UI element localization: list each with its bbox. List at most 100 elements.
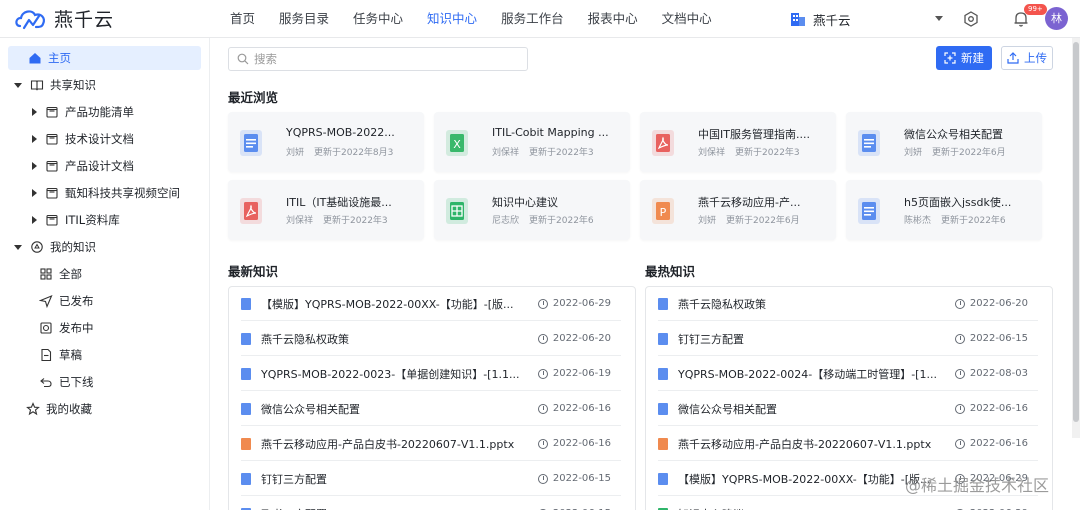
list-item[interactable]: 飞书三方配置2022-06-15 xyxy=(241,497,621,510)
nav-service-catalog[interactable]: 服务目录 xyxy=(267,0,341,38)
sidebar-item-label: 发布中 xyxy=(59,321,94,335)
send-icon xyxy=(39,294,53,308)
recent-card-updated: 更新于2022年3 xyxy=(323,216,388,226)
list-item[interactable]: 燕千云移动应用-产品白皮书-20220607-V1.1.pptx 2022-06-… xyxy=(241,427,621,461)
list-item[interactable]: 燕千云移动应用-产品白皮书-20220607-V1.1.pptx 2022-06-… xyxy=(658,427,1038,461)
sidebar: 主页 共享知识 产品功能清单 技术设计文档 产品设计文档 甄知科技共享视频空间 … xyxy=(0,38,210,510)
nav-service-workbench[interactable]: 服务工作台 xyxy=(489,0,576,38)
sidebar-item-label: 已发布 xyxy=(59,294,94,308)
recent-card-updated: 更新于2022年6 xyxy=(941,216,1006,226)
sidebar-item-tech-design[interactable]: 技术设计文档 xyxy=(8,127,201,151)
recent-card-updated: 更新于2022年3 xyxy=(735,148,800,158)
recent-card-author: 刘妍 xyxy=(904,148,923,158)
list-item[interactable]: 知识中心建议2022-06-29 xyxy=(658,497,1038,510)
nav-task-center[interactable]: 任务中心 xyxy=(341,0,415,38)
recent-card[interactable]: P 燕千云移动应用-产... 刘妍 更新于2022年6月 xyxy=(640,180,836,240)
sidebar-item-publishing[interactable]: 发布中 xyxy=(8,316,201,340)
sidebar-item-product-features[interactable]: 产品功能清单 xyxy=(8,100,201,124)
list-item[interactable]: 燕千云隐私权政策 2022-06-20 xyxy=(658,287,1038,321)
user-avatar[interactable]: 林 xyxy=(1045,7,1068,30)
settings-icon[interactable] xyxy=(963,11,979,27)
ppt-file-icon xyxy=(241,437,251,450)
list-item[interactable]: YQPRS-MOB-2022-0023-【单据创建知识】-[1.1... 2022… xyxy=(241,357,621,391)
list-item[interactable]: 钉钉三方配置 2022-06-15 xyxy=(241,462,621,496)
list-item-date: 2022-06-15 xyxy=(537,473,611,484)
recent-card-author: 尼志欣 xyxy=(492,216,520,226)
recent-card-title: ITIL-Cobit Mapping ... xyxy=(492,126,609,139)
search-input[interactable]: 搜索 xyxy=(228,47,528,71)
recent-card-title: 中国IT服务管理指南.... xyxy=(698,128,810,141)
sidebar-item-offline[interactable]: 已下线 xyxy=(8,370,201,394)
clock-icon xyxy=(954,298,965,309)
upload-button-label: 上传 xyxy=(1024,51,1047,65)
list-item-title: 燕千云隐私权政策 xyxy=(261,332,349,346)
doc-file-icon xyxy=(241,332,251,345)
list-item-title: YQPRS-MOB-2022-0023-【单据创建知识】-[1.1... xyxy=(261,367,520,381)
sidebar-item-all[interactable]: 全部 xyxy=(8,262,201,286)
list-item-title: 【模版】YQPRS-MOB-2022-00XX-【功能】-[版... xyxy=(261,297,514,311)
new-button[interactable]: 新建 xyxy=(936,46,992,70)
sidebar-item-label: 产品功能清单 xyxy=(65,105,134,119)
recent-card-title: 燕千云移动应用-产... xyxy=(698,196,801,209)
recent-card[interactable]: h5页面嵌入jssdk使... 陈彬杰 更新于2022年6 xyxy=(846,180,1042,240)
upload-button[interactable]: 上传 xyxy=(1001,46,1053,70)
svg-text:X: X xyxy=(453,138,461,151)
sidebar-item-label: 甄知科技共享视频空间 xyxy=(65,186,180,200)
recent-card[interactable]: YQPRS-MOB-2022... 刘妍 更新于2022年8月3 xyxy=(228,112,424,172)
nav-report-center[interactable]: 报表中心 xyxy=(576,0,650,38)
recent-card[interactable]: 微信公众号相关配置 刘妍 更新于2022年6月 xyxy=(846,112,1042,172)
nav-home[interactable]: 首页 xyxy=(218,0,267,38)
collapse-caret-icon xyxy=(32,135,37,143)
folder-doc-icon xyxy=(46,133,58,145)
list-item-date: 2022-06-19 xyxy=(537,368,611,379)
list-item[interactable]: 【模版】YQPRS-MOB-2022-00XX-【功能】-[版... 2022-0… xyxy=(241,287,621,321)
offline-icon xyxy=(40,378,52,388)
recent-card-title: YQPRS-MOB-2022... xyxy=(286,126,395,139)
svg-text:P: P xyxy=(660,206,667,219)
add-scan-icon xyxy=(944,52,956,64)
recent-card[interactable]: 知识中心建议 尼志欣 更新于2022年6 xyxy=(434,180,630,240)
recent-card-author: 刘保祥 xyxy=(286,216,314,226)
recent-card[interactable]: 中国IT服务管理指南.... 刘保祥 更新于2022年3 xyxy=(640,112,836,172)
sidebar-item-product-design[interactable]: 产品设计文档 xyxy=(8,154,201,178)
list-item-date-text: 2022-08-03 xyxy=(969,368,1028,379)
sidebar-item-video-space[interactable]: 甄知科技共享视频空间 xyxy=(8,181,201,205)
sidebar-item-home[interactable]: 主页 xyxy=(8,46,201,70)
list-item-date-text: 2022-06-20 xyxy=(969,298,1028,309)
workspace-switcher[interactable]: 燕千云 xyxy=(790,0,950,38)
sidebar-item-label: 技术设计文档 xyxy=(65,132,134,146)
recent-card-author: 陈彬杰 xyxy=(904,216,932,226)
doc-file-icon xyxy=(658,367,668,380)
scrollbar[interactable] xyxy=(1072,38,1080,438)
list-item[interactable]: 微信公众号相关配置 2022-06-16 xyxy=(658,392,1038,426)
sidebar-item-published[interactable]: 已发布 xyxy=(8,289,201,313)
nav-document-center[interactable]: 文档中心 xyxy=(650,0,724,38)
recent-card-title: h5页面嵌入jssdk使... xyxy=(904,196,1012,209)
recent-card[interactable]: X ITIL-Cobit Mapping ... 刘保祥 更新于2022年3 xyxy=(434,112,630,172)
recent-card[interactable]: ITIL（IT基础设施最... 刘保祥 更新于2022年3 xyxy=(228,180,424,240)
scrollbar-thumb[interactable] xyxy=(1073,42,1079,422)
list-item-title: 知识中心建议 xyxy=(678,506,958,510)
sidebar-item-favorites[interactable]: 我的收藏 xyxy=(8,397,201,421)
sidebar-item-itil-library[interactable]: ITIL资料库 xyxy=(8,208,201,232)
expand-caret-icon xyxy=(14,244,22,250)
list-item-title: 燕千云隐私权政策 xyxy=(678,297,766,311)
folder-doc-icon xyxy=(46,187,58,199)
doc-file-icon xyxy=(241,367,251,380)
workspace-name: 燕千云 xyxy=(813,12,851,28)
list-item[interactable]: 微信公众号相关配置 2022-06-16 xyxy=(241,392,621,426)
recent-card-meta: 刘妍 更新于2022年6月 xyxy=(904,145,1006,158)
sidebar-group-shared[interactable]: 共享知识 xyxy=(8,73,201,97)
app-logo[interactable]: 燕千云 xyxy=(14,5,204,32)
collapse-caret-icon xyxy=(32,162,37,170)
upload-icon xyxy=(1007,52,1019,64)
recent-card-updated: 更新于2022年6月 xyxy=(932,148,1006,158)
list-item[interactable]: 燕千云隐私权政策 2022-06-20 xyxy=(241,322,621,356)
nav-knowledge-center[interactable]: 知识中心 xyxy=(415,0,489,38)
recent-card-updated: 更新于2022年8月3 xyxy=(314,148,394,158)
sidebar-item-draft[interactable]: 草稿 xyxy=(8,343,201,367)
sidebar-group-mine[interactable]: 我的知识 xyxy=(8,235,201,259)
list-item[interactable]: YQPRS-MOB-2022-0024-【移动端工时管理】-[1... 2022-… xyxy=(658,357,1038,391)
list-item[interactable]: 钉钉三方配置 2022-06-15 xyxy=(658,322,1038,356)
main-nav: 首页 服务目录 任务中心 知识中心 服务工作台 报表中心 文档中心 xyxy=(218,0,724,38)
